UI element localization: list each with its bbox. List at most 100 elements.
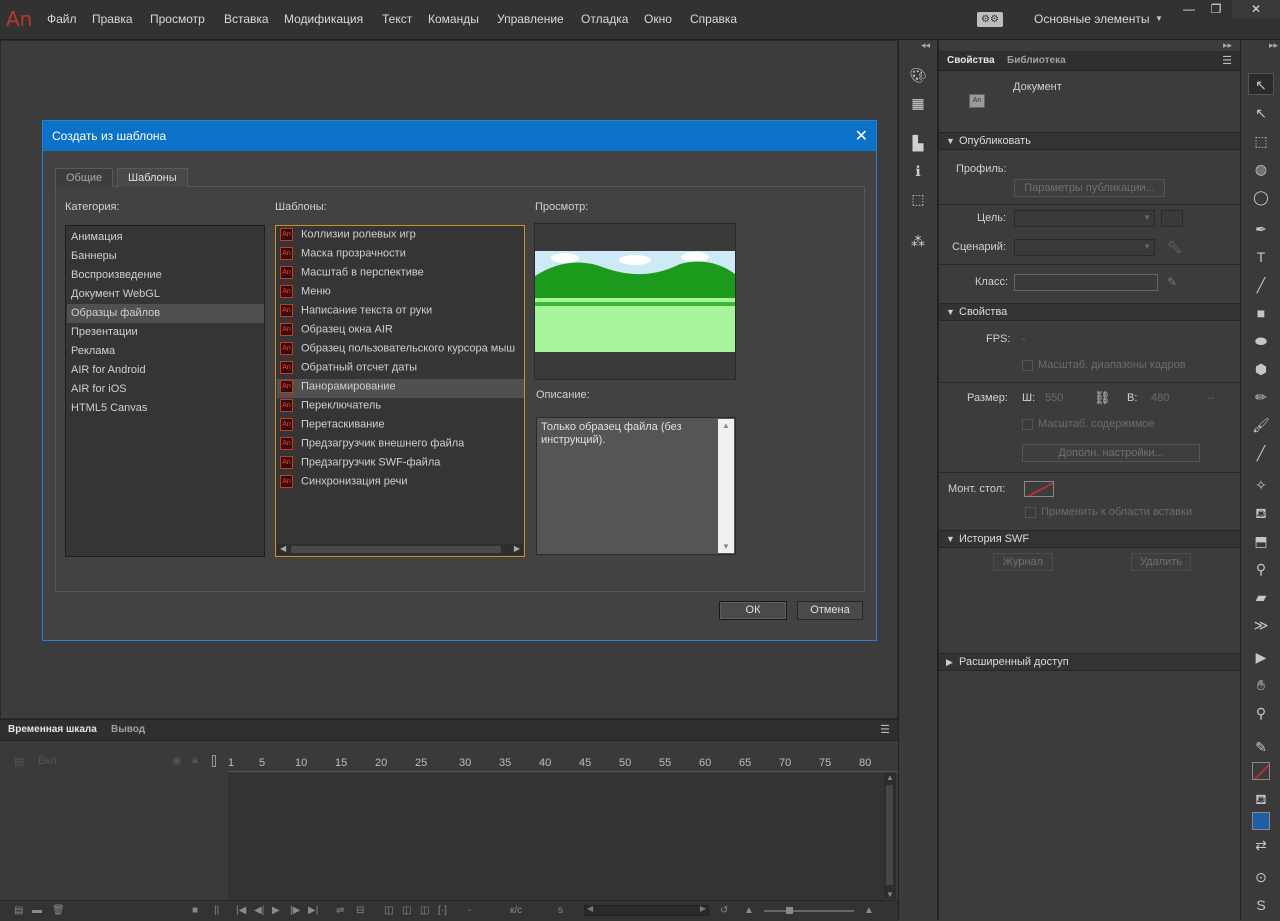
target-select[interactable]: ▼ xyxy=(1014,210,1155,227)
loop-icon[interactable]: ⇌ xyxy=(336,905,344,916)
menu-help[interactable]: Справка xyxy=(690,12,737,26)
scroll-down-icon[interactable]: ▼ xyxy=(886,890,894,899)
template-item[interactable]: An Коллизии ролевых игр xyxy=(280,228,524,247)
lock-icon[interactable]: 🔒︎ xyxy=(192,754,198,767)
zoom-out-icon[interactable]: ▲ xyxy=(744,905,754,916)
pen-tool-icon[interactable]: ✒ xyxy=(1252,220,1270,238)
class-input[interactable] xyxy=(1014,274,1158,291)
tab-timeline[interactable]: Временная шкала xyxy=(8,724,97,735)
apply-paste-checkbox[interactable] xyxy=(1025,507,1036,518)
oval-tool-icon[interactable]: ⬬ xyxy=(1252,332,1270,350)
pause-icon[interactable]: || xyxy=(214,905,219,916)
close-icon[interactable]: ✕ xyxy=(855,126,868,146)
category-item-selected[interactable]: Образцы файлов xyxy=(71,307,160,319)
log-button[interactable]: Журнал xyxy=(993,553,1053,571)
target-extra-button[interactable] xyxy=(1161,210,1183,227)
chevron-down-icon[interactable]: ▼ xyxy=(1155,14,1163,23)
template-item[interactable]: An Переключатель xyxy=(280,399,524,418)
tab-properties[interactable]: Свойства xyxy=(947,55,995,66)
restore-button[interactable]: ❐ xyxy=(1202,0,1230,18)
scrollbar-thumb[interactable] xyxy=(291,546,501,553)
collapse-icon[interactable]: ▸▸ xyxy=(1223,40,1232,51)
menu-window[interactable]: Окно xyxy=(644,12,672,26)
info-icon[interactable]: ℹ xyxy=(909,162,927,180)
category-item[interactable]: HTML5 Canvas xyxy=(71,402,147,414)
scroll-left-icon[interactable]: ◀ xyxy=(280,544,286,553)
line-tool-icon[interactable]: ╱ xyxy=(1252,276,1270,294)
step-back-icon[interactable]: ◀| xyxy=(254,905,264,916)
workspace-switcher[interactable]: Основные элементы xyxy=(1034,12,1149,26)
scroll-right-icon[interactable]: ▶ xyxy=(700,904,706,913)
panel-menu-icon[interactable]: ☰ xyxy=(880,723,890,736)
timeline-frames-area[interactable] xyxy=(228,773,884,903)
go-to-first-frame-icon[interactable]: |◀ xyxy=(236,905,246,916)
template-item[interactable]: An Масштаб в перспективе xyxy=(280,266,524,285)
script-select[interactable]: ▼ xyxy=(1014,239,1155,256)
template-item-selected[interactable]: An Панорамирование xyxy=(280,380,524,399)
collapse-icon[interactable]: ▸▸ xyxy=(1269,40,1278,51)
eraser-tool-icon[interactable]: ▰ xyxy=(1252,588,1270,606)
wrench-icon[interactable]: 🔧︎ xyxy=(1167,240,1182,254)
scroll-left-icon[interactable]: ◀ xyxy=(587,904,593,913)
new-layer-icon[interactable]: ▤ xyxy=(14,905,23,916)
category-item[interactable]: Баннеры xyxy=(71,250,117,262)
timeline-ruler[interactable]: 1 5 10 15 20 25 30 35 40 45 50 55 60 65 … xyxy=(228,755,898,772)
description-textarea[interactable]: Только образец файла (без инструкций). ▲… xyxy=(536,417,736,555)
menu-view[interactable]: Просмотр xyxy=(150,12,205,26)
hand-tool-icon[interactable]: ✋︎ xyxy=(1252,676,1270,694)
snap-to-objects-icon[interactable]: ⊙ xyxy=(1252,868,1270,886)
zoom-in-icon[interactable]: ▲ xyxy=(864,905,874,916)
3d-rotation-tool-icon[interactable]: ◍ xyxy=(1252,160,1270,178)
edit-multiple-frames-icon[interactable]: ◫ xyxy=(420,905,429,916)
cancel-button[interactable]: Отмена xyxy=(797,601,863,620)
scale-content-checkbox[interactable] xyxy=(1022,419,1033,430)
advanced-settings-button[interactable]: Дополн. настройки... xyxy=(1022,444,1200,462)
stroke-color-swatch[interactable] xyxy=(1252,762,1270,780)
template-item[interactable]: An Написание текста от руки xyxy=(280,304,524,323)
template-item[interactable]: An Синхронизация речи xyxy=(280,475,524,494)
tab-output[interactable]: Вывод xyxy=(111,724,145,735)
category-item[interactable]: Реклама xyxy=(71,345,115,357)
section-swf-history[interactable]: ▼ История SWF xyxy=(939,530,1241,548)
pencil-tool-icon[interactable]: ✏ xyxy=(1252,388,1270,406)
delete-layer-icon[interactable]: 🗑︎ xyxy=(52,905,65,916)
fill-color-icon[interactable]: ⛾ xyxy=(1252,790,1270,808)
size-unit[interactable]: -- xyxy=(1207,392,1214,404)
swap-colors-icon[interactable]: ⇄ xyxy=(1252,836,1270,854)
width-value[interactable]: 550 xyxy=(1045,392,1063,404)
reset-zoom-icon[interactable]: ↺ xyxy=(720,905,728,916)
template-item[interactable]: An Предзагрузчик внешнего файла xyxy=(280,437,524,456)
category-item[interactable]: Презентации xyxy=(71,326,138,338)
template-item[interactable]: An Перетаскивание xyxy=(280,418,524,437)
modify-markers-icon[interactable]: [·] xyxy=(438,905,447,916)
category-list[interactable]: Анимация Баннеры Воспроизведение Докумен… xyxy=(65,225,265,557)
free-transform-tool-icon[interactable]: ⬚ xyxy=(1252,132,1270,150)
category-item[interactable]: AIR for iOS xyxy=(71,383,127,395)
onion-outline-icon[interactable]: ◫ xyxy=(402,905,411,916)
delete-button[interactable]: Удалить xyxy=(1131,553,1191,571)
zoom-tool-icon[interactable]: ⚲ xyxy=(1252,704,1270,722)
text-tool-icon[interactable]: T xyxy=(1252,248,1270,266)
link-icon[interactable]: ⛓ xyxy=(1094,390,1111,406)
category-item[interactable]: Документ WebGL xyxy=(71,288,160,300)
category-item[interactable]: AIR for Android xyxy=(71,364,146,376)
tab-general[interactable]: Общие xyxy=(55,168,114,187)
template-list[interactable]: An Коллизии ролевых игр An Маска прозрачно… xyxy=(275,225,525,557)
menu-control[interactable]: Управление xyxy=(497,12,564,26)
stage-color-swatch[interactable] xyxy=(1024,481,1054,497)
template-item[interactable]: An Обратный отсчет даты xyxy=(280,361,524,380)
polystar-tool-icon[interactable]: ⬢ xyxy=(1252,360,1270,378)
panel-menu-icon[interactable]: ☰ xyxy=(1222,54,1232,67)
menu-modify[interactable]: Модификация xyxy=(284,12,363,26)
color-palette-icon[interactable]: 🎨︎ xyxy=(909,66,927,84)
tab-library[interactable]: Библиотека xyxy=(1007,55,1066,66)
smooth-icon[interactable]: S xyxy=(1252,896,1270,914)
eyedropper-tool-icon[interactable]: ⚲ xyxy=(1252,560,1270,578)
category-item[interactable]: Анимация xyxy=(71,231,123,243)
scroll-up-icon[interactable]: ▲ xyxy=(886,773,894,782)
horizontal-scrollbar[interactable]: ◀ ▶ xyxy=(277,544,523,555)
current-frame-field[interactable]: - xyxy=(468,905,471,916)
menu-edit[interactable]: Правка xyxy=(92,12,133,26)
paint-bucket-tool-icon[interactable]: ⛾ xyxy=(1252,504,1270,522)
ok-button[interactable]: ОК xyxy=(719,601,787,620)
